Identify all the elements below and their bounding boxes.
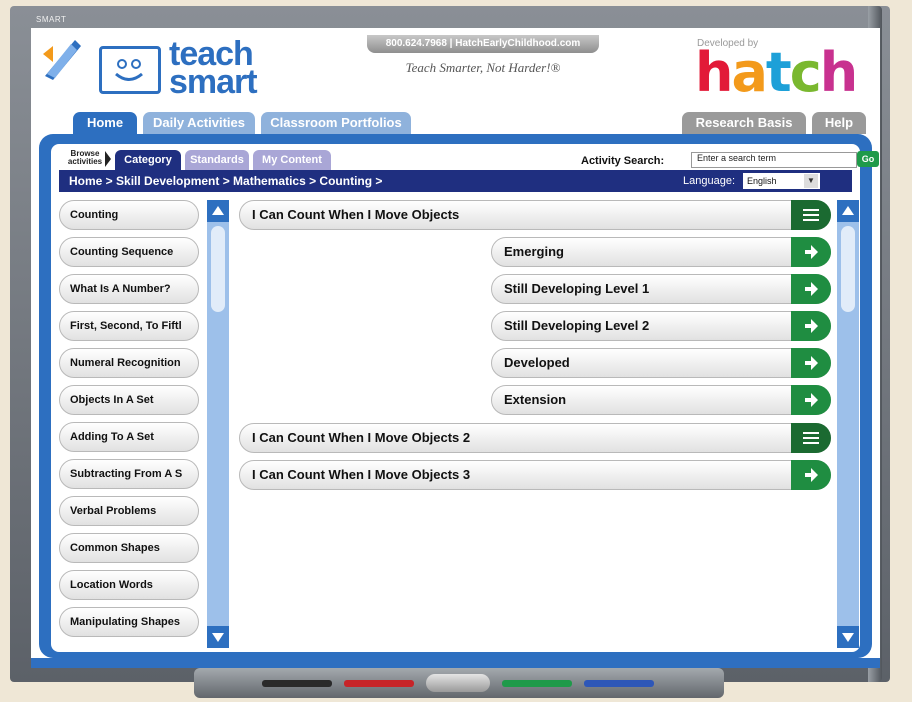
- activity-row[interactable]: I Can Count When I Move Objects 3: [239, 460, 831, 490]
- category-item[interactable]: Objects In A Set: [59, 385, 199, 415]
- screen-bottom-bar: [31, 658, 880, 668]
- frame-brand: SMART: [36, 15, 67, 24]
- activity-search-input[interactable]: Enter a search term: [691, 152, 857, 168]
- language-select[interactable]: English ▼: [743, 173, 820, 189]
- scroll-thumb[interactable]: [211, 226, 225, 312]
- tab-help[interactable]: Help: [812, 112, 866, 134]
- scroll-down-icon[interactable]: [207, 626, 229, 648]
- category-item[interactable]: Common Shapes: [59, 533, 199, 563]
- category-item[interactable]: Counting Sequence: [59, 237, 199, 267]
- scroll-down-icon[interactable]: [837, 626, 859, 648]
- arrow-right-icon[interactable]: [791, 460, 831, 490]
- search-label: Activity Search:: [581, 155, 665, 167]
- subtab-standards[interactable]: Standards: [185, 150, 249, 170]
- activity-scrollbar[interactable]: [837, 200, 859, 648]
- logo-text: teach smart: [169, 35, 258, 101]
- category-item[interactable]: Subtracting From A S: [59, 459, 199, 489]
- breadcrumb[interactable]: Home > Skill Development > Mathematics >…: [69, 174, 382, 188]
- tab-home[interactable]: Home: [73, 112, 137, 134]
- category-scrollbar[interactable]: [207, 200, 229, 648]
- teachsmart-logo: teach smart: [99, 35, 289, 101]
- arrow-right-icon[interactable]: [791, 348, 831, 378]
- contact-info: 800.624.7968 | HatchEarlyChildhood.com: [367, 35, 599, 53]
- category-item[interactable]: What Is A Number?: [59, 274, 199, 304]
- category-item[interactable]: Verbal Problems: [59, 496, 199, 526]
- category-list: Counting Counting Sequence What Is A Num…: [59, 200, 199, 646]
- activity-row[interactable]: Still Developing Level 2: [491, 311, 831, 341]
- pen-tray: [194, 668, 724, 698]
- red-pen-icon[interactable]: [344, 680, 414, 687]
- category-item[interactable]: Counting: [59, 200, 199, 230]
- category-item[interactable]: Manipulating Shapes: [59, 607, 199, 637]
- tab-daily-activities[interactable]: Daily Activities: [143, 112, 255, 134]
- scroll-thumb[interactable]: [841, 226, 855, 312]
- scroll-up-icon[interactable]: [837, 200, 859, 222]
- subtab-category[interactable]: Category: [115, 150, 181, 170]
- app-screen: teach smart 800.624.7968 | HatchEarlyChi…: [31, 28, 880, 668]
- page-back-icon[interactable]: [41, 36, 81, 80]
- browse-arrow-icon: [105, 151, 111, 167]
- whiteboard-frame: SMART teach smart 800.624.7968 | HatchEa…: [10, 6, 890, 682]
- activity-row[interactable]: I Can Count When I Move Objects 2: [239, 423, 831, 453]
- black-pen-icon[interactable]: [262, 680, 332, 687]
- main-panel: Browse activities Category Standards My …: [39, 134, 879, 658]
- list-icon[interactable]: [791, 423, 831, 453]
- browse-activities-label: Browse activities: [67, 149, 103, 166]
- hatch-logo: hatch: [695, 41, 858, 104]
- arrow-right-icon[interactable]: [791, 311, 831, 341]
- tagline: Teach Smarter, Not Harder!®: [405, 60, 561, 75]
- activity-row[interactable]: Extension: [491, 385, 831, 415]
- tab-research-basis[interactable]: Research Basis: [682, 112, 806, 134]
- category-item[interactable]: Location Words: [59, 570, 199, 600]
- scroll-up-icon[interactable]: [207, 200, 229, 222]
- activity-row[interactable]: Developed: [491, 348, 831, 378]
- breadcrumb-bar: Home > Skill Development > Mathematics >…: [59, 170, 852, 192]
- search-go-button[interactable]: Go: [857, 151, 879, 167]
- subtab-my-content[interactable]: My Content: [253, 150, 331, 170]
- language-label: Language:: [683, 175, 735, 187]
- tab-classroom-portfolios[interactable]: Classroom Portfolios: [261, 112, 411, 134]
- category-item[interactable]: First, Second, To Fiftl: [59, 311, 199, 341]
- logo-face-icon: [99, 46, 161, 94]
- arrow-right-icon[interactable]: [791, 274, 831, 304]
- blue-pen-icon[interactable]: [584, 680, 654, 687]
- arrow-right-icon[interactable]: [791, 385, 831, 415]
- activity-row[interactable]: Still Developing Level 1: [491, 274, 831, 304]
- activity-row[interactable]: Emerging: [491, 237, 831, 267]
- category-item[interactable]: Adding To A Set: [59, 422, 199, 452]
- activity-row[interactable]: I Can Count When I Move Objects: [239, 200, 831, 230]
- category-item[interactable]: Numeral Recognition: [59, 348, 199, 378]
- green-pen-icon[interactable]: [502, 680, 572, 687]
- content-area: Browse activities Category Standards My …: [51, 144, 879, 652]
- eraser-icon[interactable]: [426, 674, 490, 692]
- list-icon[interactable]: [791, 200, 831, 230]
- arrow-right-icon[interactable]: [791, 237, 831, 267]
- chevron-down-icon[interactable]: ▼: [804, 174, 818, 188]
